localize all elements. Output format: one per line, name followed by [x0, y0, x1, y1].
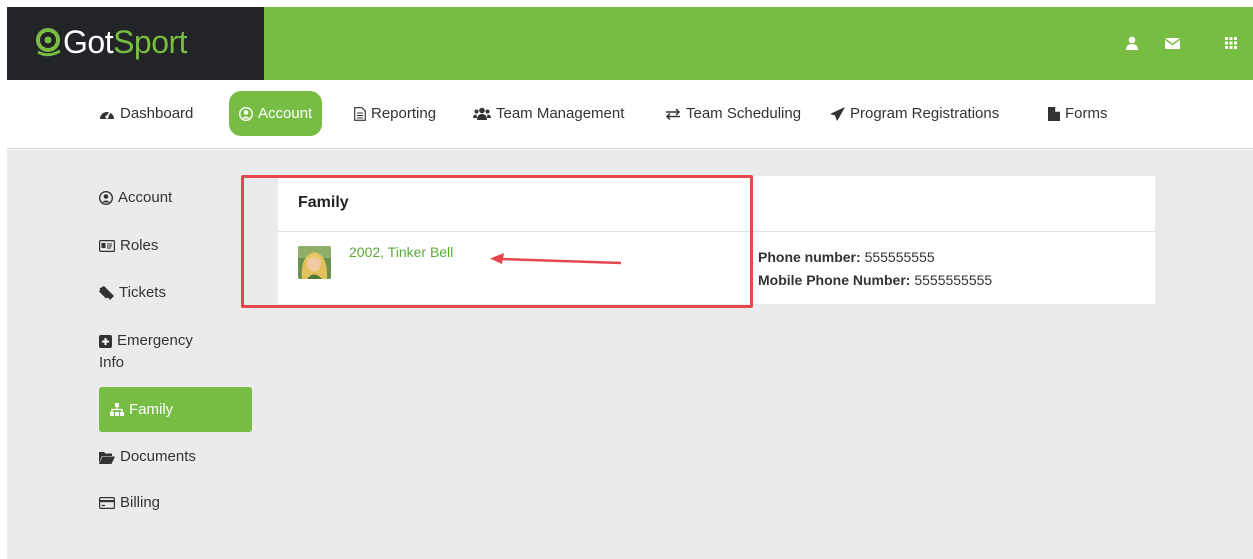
id-card-icon [99, 240, 115, 252]
nav-forms[interactable]: Forms [1048, 91, 1108, 136]
logo-got: Got [63, 24, 114, 60]
file-text-icon [354, 106, 366, 121]
sidebar-item-label: Billing [120, 494, 161, 511]
nav-team-scheduling-label: Team Scheduling [686, 105, 802, 122]
grid-icon[interactable] [1222, 34, 1240, 52]
plus-square-icon [99, 334, 112, 348]
paper-plane-icon [830, 106, 845, 121]
sidebar-item-tickets[interactable]: Tickets [99, 282, 252, 304]
top-header: GotSport [7, 7, 1253, 80]
user-circle-icon [239, 106, 253, 121]
highlight-box [241, 175, 753, 308]
phone-value: 555555555 [864, 249, 935, 265]
phone-label: Phone number: [758, 249, 861, 265]
phone-line: Phone number: 555555555 [758, 249, 935, 265]
ticket-icon [99, 286, 114, 300]
sidebar-item-roles[interactable]: Roles [99, 235, 252, 257]
envelope-icon[interactable] [1163, 34, 1181, 52]
logo-text: GotSport [63, 22, 188, 62]
user-circle-icon [99, 191, 113, 205]
nav-dashboard-label: Dashboard [120, 105, 194, 122]
sidebar-item-label-cont: Info [99, 354, 125, 371]
logo[interactable]: GotSport [7, 7, 264, 80]
sidebar-item-label: Emergency [117, 332, 193, 349]
mobile-phone-line: Mobile Phone Number: 5555555555 [758, 272, 992, 288]
mobile-phone-value: 5555555555 [914, 272, 993, 288]
sidebar-item-label: Roles [120, 237, 159, 254]
nav-reporting[interactable]: Reporting [354, 91, 436, 136]
logo-sport: Sport [113, 24, 188, 60]
sidebar-item-label: Account [118, 189, 173, 206]
sidebar-item-label: Documents [120, 448, 196, 465]
nav-team-scheduling[interactable]: Team Scheduling [665, 91, 801, 136]
credit-card-icon [99, 497, 115, 509]
annotation-arrow-icon [490, 253, 622, 265]
file-icon [1048, 106, 1060, 121]
nav-account-label: Account [258, 105, 313, 122]
main-nav: Dashboard Account Reporting Team Managem… [7, 80, 1253, 149]
folder-open-icon [99, 452, 115, 464]
sidebar-item-emergency-info[interactable]: Emergency Info [99, 330, 252, 374]
nav-program-registrations-label: Program Registrations [850, 105, 1000, 122]
mobile-phone-label: Mobile Phone Number: [758, 272, 911, 288]
sitemap-icon [110, 403, 124, 416]
app-frame: GotSport Dashboard Account Reporting Tea… [0, 0, 1253, 559]
nav-reporting-label: Reporting [371, 105, 437, 122]
nav-forms-label: Forms [1065, 105, 1108, 122]
nav-dashboard[interactable]: Dashboard [99, 91, 193, 136]
sidebar-item-family[interactable]: Family [99, 387, 252, 432]
sidebar-item-documents[interactable]: Documents [99, 446, 252, 468]
sidebar-item-account[interactable]: Account [99, 187, 252, 209]
exchange-icon [665, 107, 681, 120]
sidebar-item-label: Family [129, 400, 174, 418]
sidebar-item-billing[interactable]: Billing [99, 492, 252, 514]
nav-team-management-label: Team Management [496, 105, 625, 122]
nav-program-registrations[interactable]: Program Registrations [830, 91, 999, 136]
sidebar-item-label: Tickets [119, 284, 166, 301]
nav-account[interactable]: Account [229, 91, 323, 136]
dashboard-icon [100, 111, 114, 119]
nav-team-management[interactable]: Team Management [473, 91, 624, 136]
logo-mark-icon [36, 28, 61, 57]
users-icon [473, 107, 491, 120]
user-icon[interactable] [1123, 34, 1141, 52]
